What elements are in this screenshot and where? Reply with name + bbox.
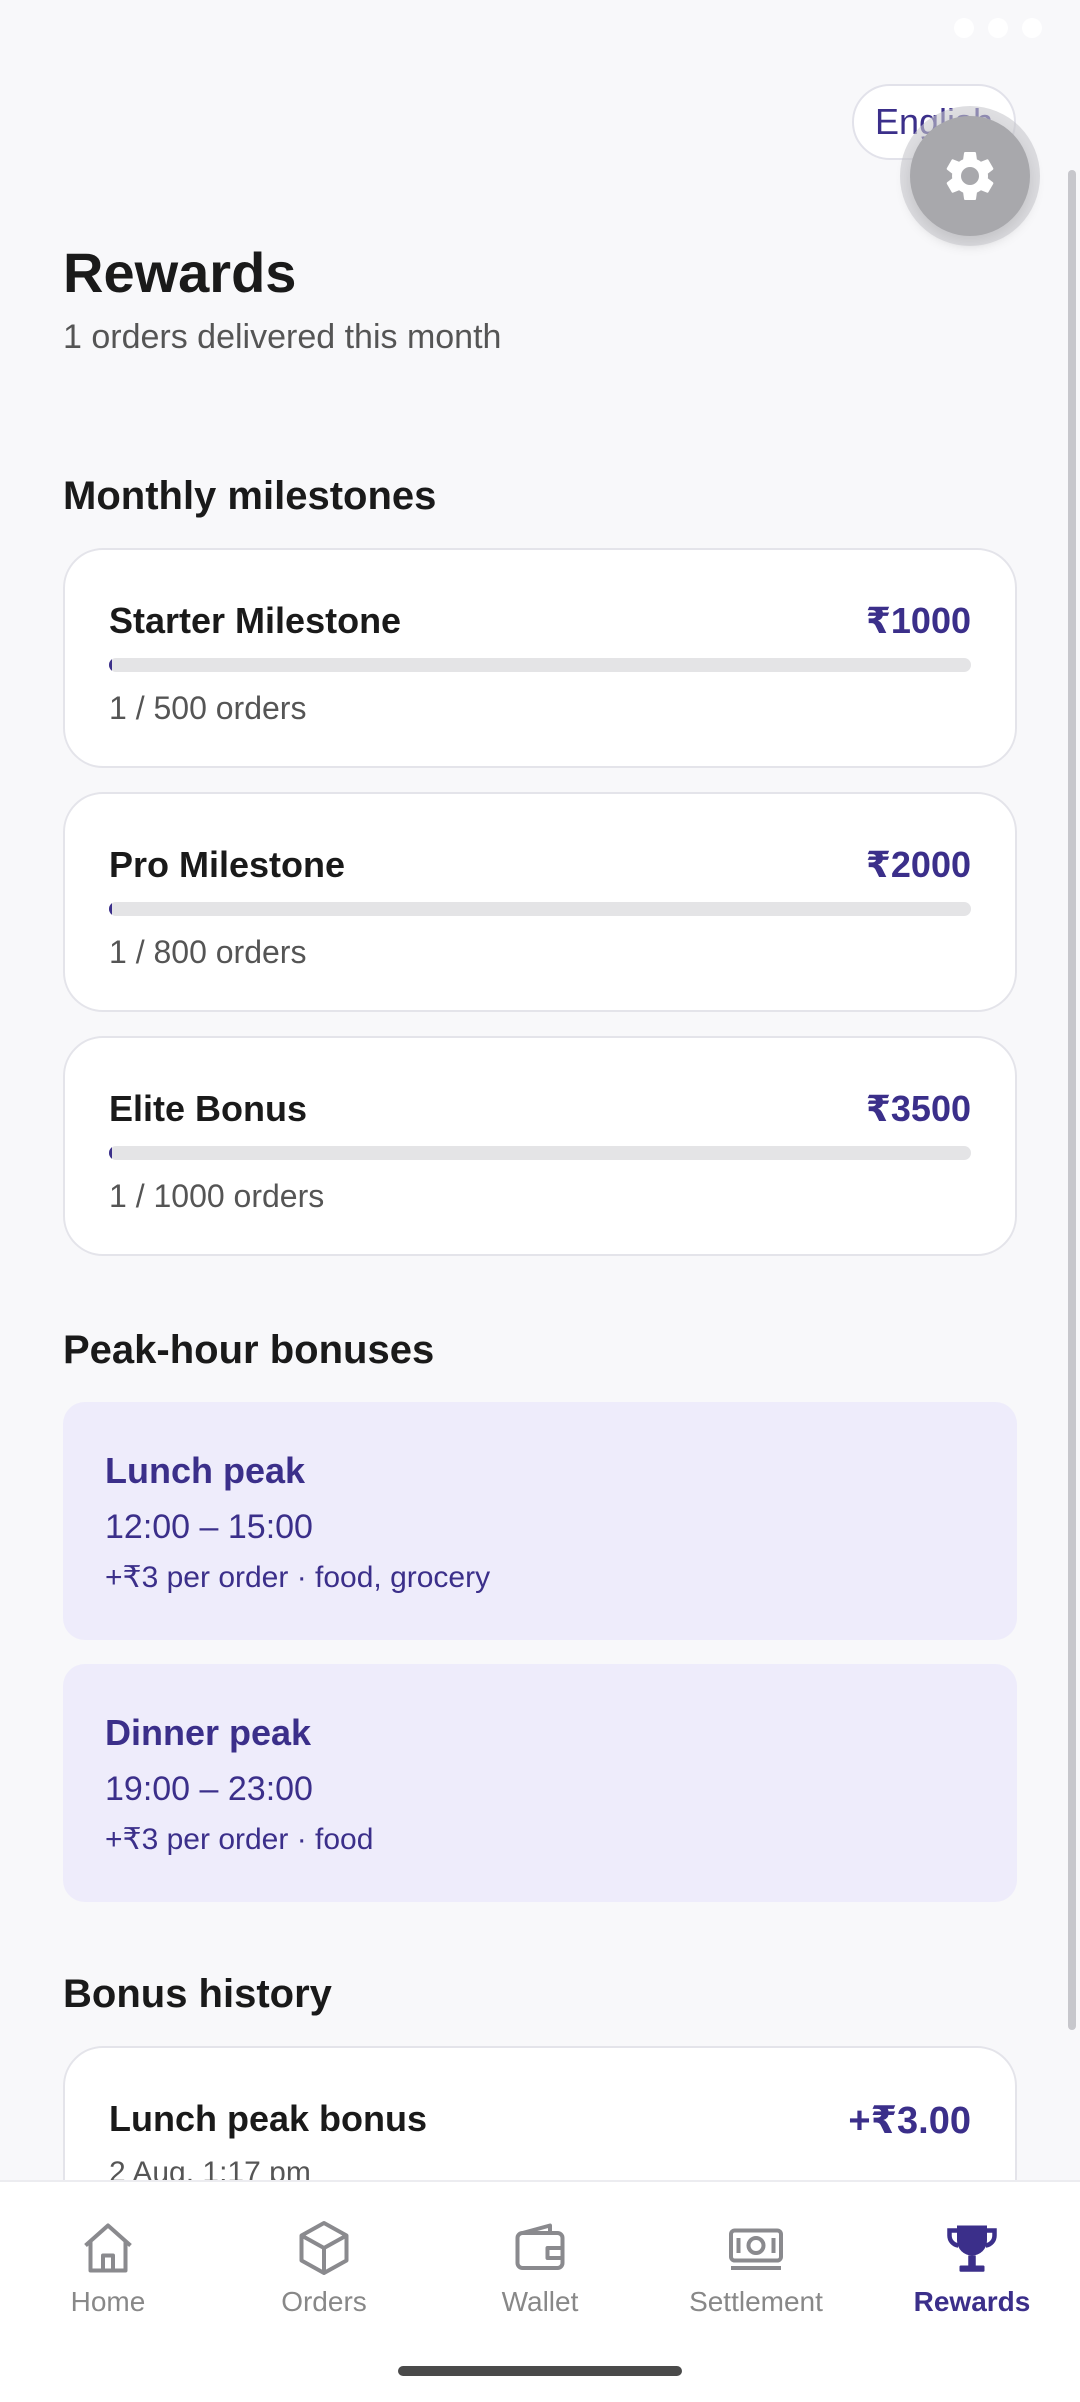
milestone-count: 1 / 1000 orders: [109, 1178, 325, 1214]
history-section-title: Bonus history: [63, 1972, 332, 2016]
settings-button[interactable]: [910, 116, 1030, 236]
status-icons: [954, 18, 1042, 38]
peak-section-title: Peak-hour bonuses: [63, 1328, 435, 1372]
milestone-name: Elite Bonus: [109, 1088, 308, 1129]
scrollbar[interactable]: [1068, 170, 1076, 2030]
milestone-progress-fill: [109, 902, 113, 916]
milestone-card-starter: Starter Milestone ₹1000 1 / 500 orders: [63, 548, 1017, 768]
peak-time: 19:00 – 23:00: [105, 1770, 313, 1808]
box-icon: [299, 2221, 349, 2275]
battery-icon: [1022, 18, 1042, 38]
nav-home[interactable]: Home: [0, 2218, 216, 2318]
nav-label: Settlement: [689, 2286, 823, 2317]
milestone-name: Starter Milestone: [109, 600, 402, 641]
home-indicator[interactable]: [398, 2366, 682, 2376]
milestone-card-pro: Pro Milestone ₹2000 1 / 800 orders: [63, 792, 1017, 1012]
nav-orders[interactable]: Orders: [216, 2218, 432, 2318]
milestone-amount: ₹2000: [865, 844, 971, 885]
nav-label: Orders: [281, 2286, 367, 2317]
gear-icon: [946, 151, 994, 200]
peak-time: 12:00 – 15:00: [105, 1508, 313, 1546]
milestone-progress-bar: [109, 902, 971, 916]
cash-icon: [729, 2228, 783, 2270]
milestone-progress-bar: [109, 1146, 971, 1160]
wallet-icon: [515, 2223, 565, 2270]
wifi-icon: [954, 18, 974, 38]
milestone-progress-bar: [109, 658, 971, 672]
history-name: Lunch peak bonus: [109, 2098, 428, 2139]
peak-card-lunch: Lunch peak 12:00 – 15:00 +₹3 per order ·…: [63, 1402, 1017, 1640]
milestone-name: Pro Milestone: [109, 844, 346, 885]
nav-label: Home: [70, 2286, 146, 2317]
signal-icon: [988, 18, 1008, 38]
nav-label: Wallet: [501, 2286, 579, 2317]
nav-settlement[interactable]: Settlement: [648, 2218, 864, 2318]
peak-name: Dinner peak: [105, 1712, 312, 1753]
page-title: Rewards: [63, 241, 297, 304]
milestone-amount: ₹1000: [865, 600, 971, 641]
milestone-count: 1 / 500 orders: [109, 690, 307, 726]
milestone-progress-fill: [109, 658, 113, 672]
peak-name: Lunch peak: [105, 1450, 306, 1491]
orders-delivered-summary: 1 orders delivered this month: [63, 318, 502, 356]
home-icon: [84, 2223, 132, 2273]
nav-wallet[interactable]: Wallet: [432, 2218, 648, 2318]
peak-detail: +₹3 per order · food: [105, 1823, 374, 1856]
status-bar: [0, 0, 1080, 64]
milestone-progress-fill: [109, 1146, 113, 1160]
milestone-amount: ₹3500: [865, 1088, 971, 1129]
peak-detail: +₹3 per order · food, grocery: [105, 1561, 491, 1594]
milestones-section-title: Monthly milestones: [63, 474, 437, 518]
nav-rewards[interactable]: Rewards: [864, 2218, 1080, 2318]
history-amount: +₹3.00: [848, 2100, 971, 2142]
nav-label: Rewards: [913, 2286, 1031, 2317]
trophy-icon: [947, 2225, 997, 2272]
milestone-count: 1 / 800 orders: [109, 934, 307, 970]
milestone-card-elite: Elite Bonus ₹3500 1 / 1000 orders: [63, 1036, 1017, 1256]
peak-card-dinner: Dinner peak 19:00 – 23:00 +₹3 per order …: [63, 1664, 1017, 1902]
